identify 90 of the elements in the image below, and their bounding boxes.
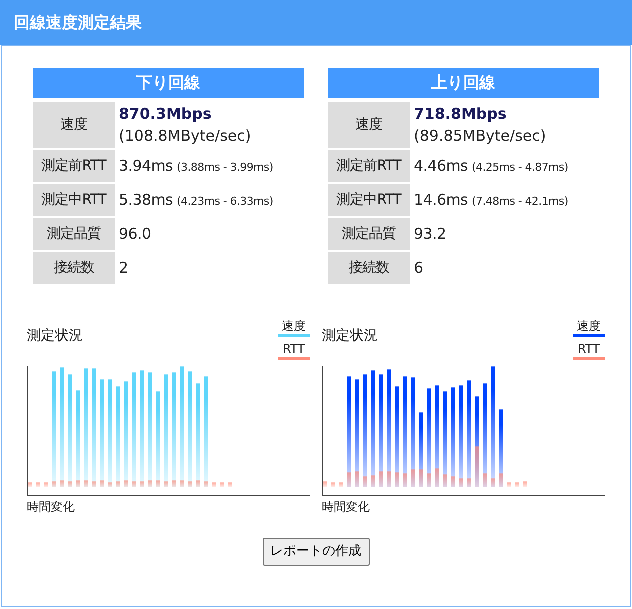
rtt-bar <box>220 482 224 487</box>
rtt-bar <box>323 482 327 487</box>
rtt-bar <box>387 472 391 487</box>
rtt-bar <box>403 474 407 487</box>
rtt-range: (4.23ms - 6.33ms) <box>177 194 274 210</box>
row-label: 接続数 <box>33 252 115 284</box>
row-value: 2 <box>119 258 128 279</box>
rtt-bar <box>196 480 200 487</box>
rtt-bar <box>491 478 495 487</box>
rtt-bar <box>419 470 423 487</box>
rtt-bar <box>523 482 527 487</box>
rtt-bar <box>228 482 232 487</box>
rtt-bar <box>52 482 56 487</box>
rtt-range: (4.25ms - 4.87ms) <box>472 160 568 176</box>
rtt-bar <box>331 482 335 487</box>
rtt-bar <box>180 480 184 487</box>
rtt-bar <box>395 472 399 487</box>
rtt-bar <box>435 468 439 487</box>
rtt-bar <box>140 482 144 487</box>
table-heading: 上り回線 <box>328 68 599 98</box>
legend-label: RTT <box>578 341 600 357</box>
rtt-bar <box>36 482 40 487</box>
speed-value: 718.8Mbps <box>414 104 508 125</box>
byte-rate: (89.85MByte/sec) <box>414 126 546 147</box>
rtt-bar <box>459 478 463 487</box>
row-label: 測定品質 <box>33 218 115 250</box>
rtt-bar <box>164 482 168 487</box>
rtt-range: (3.88ms - 3.99ms) <box>177 160 274 176</box>
rtt-bar <box>28 482 32 487</box>
rtt-bar <box>60 480 64 487</box>
byte-rate: (108.8MByte/sec) <box>119 126 252 147</box>
row-label: 測定品質 <box>328 218 410 250</box>
table-heading: 下り回線 <box>33 68 304 98</box>
rtt-bar <box>355 472 359 487</box>
rtt-bar <box>100 480 104 487</box>
legend-label: 速度 <box>577 318 601 334</box>
chart-title: 測定状況 <box>27 327 83 346</box>
row-label: 測定中RTT <box>33 184 115 216</box>
x-axis-label: 時間変化 <box>322 499 370 516</box>
rtt-bar <box>443 474 447 487</box>
rtt-bar <box>148 480 152 487</box>
x-axis-label: 時間変化 <box>27 499 75 516</box>
chart-title: 測定状況 <box>322 327 378 346</box>
rtt-bar <box>379 472 383 487</box>
rtt-bar <box>411 470 415 487</box>
speed-value: 870.3Mbps <box>119 104 213 125</box>
rtt-bar <box>92 482 96 487</box>
rtt-bar <box>44 482 48 487</box>
rtt-bar <box>116 482 120 487</box>
row-label: 速度 <box>33 102 115 148</box>
rtt-bar <box>467 478 471 487</box>
row-value: 6 <box>414 258 424 279</box>
row-label: 測定中RTT <box>328 184 410 216</box>
rtt-bar <box>84 480 88 487</box>
rtt-bar <box>156 480 160 487</box>
rtt-bar <box>108 482 112 487</box>
row-value: 4.46ms <box>414 156 468 177</box>
rtt-bar <box>371 476 375 487</box>
row-value: 3.94ms <box>119 156 174 177</box>
rtt-bar <box>68 482 72 487</box>
row-value: 5.38ms <box>119 190 174 211</box>
rtt-bar <box>451 476 455 487</box>
rtt-bar <box>188 482 192 487</box>
rtt-range: (7.48ms - 42.1ms) <box>472 194 568 210</box>
row-label: 接続数 <box>328 252 410 284</box>
rtt-bar <box>76 480 80 487</box>
row-value: 93.2 <box>414 224 446 245</box>
rtt-bar <box>132 482 136 487</box>
legend-label: 速度 <box>282 318 306 334</box>
legend-label: RTT <box>283 341 305 357</box>
rtt-bar <box>124 480 128 487</box>
row-label: 速度 <box>328 102 410 148</box>
row-value: 96.0 <box>119 224 152 245</box>
create-report-button[interactable]: レポートの作成 <box>262 538 370 566</box>
rtt-bar <box>172 480 176 487</box>
rtt-bar <box>475 446 479 487</box>
rtt-bar <box>427 474 431 487</box>
rtt-bar <box>515 482 519 487</box>
rtt-bar <box>499 474 503 487</box>
rtt-bar <box>212 482 216 487</box>
rtt-bar <box>507 482 511 487</box>
window-title: 回線速度測定結果 <box>14 12 142 34</box>
row-label: 測定前RTT <box>328 150 410 182</box>
rtt-bar <box>347 472 351 487</box>
rtt-bar <box>204 482 208 487</box>
rtt-bar <box>339 482 343 487</box>
row-value: 14.6ms <box>414 190 468 211</box>
row-label: 測定前RTT <box>33 150 115 182</box>
rtt-bar <box>483 474 487 487</box>
rtt-bar <box>363 476 367 487</box>
